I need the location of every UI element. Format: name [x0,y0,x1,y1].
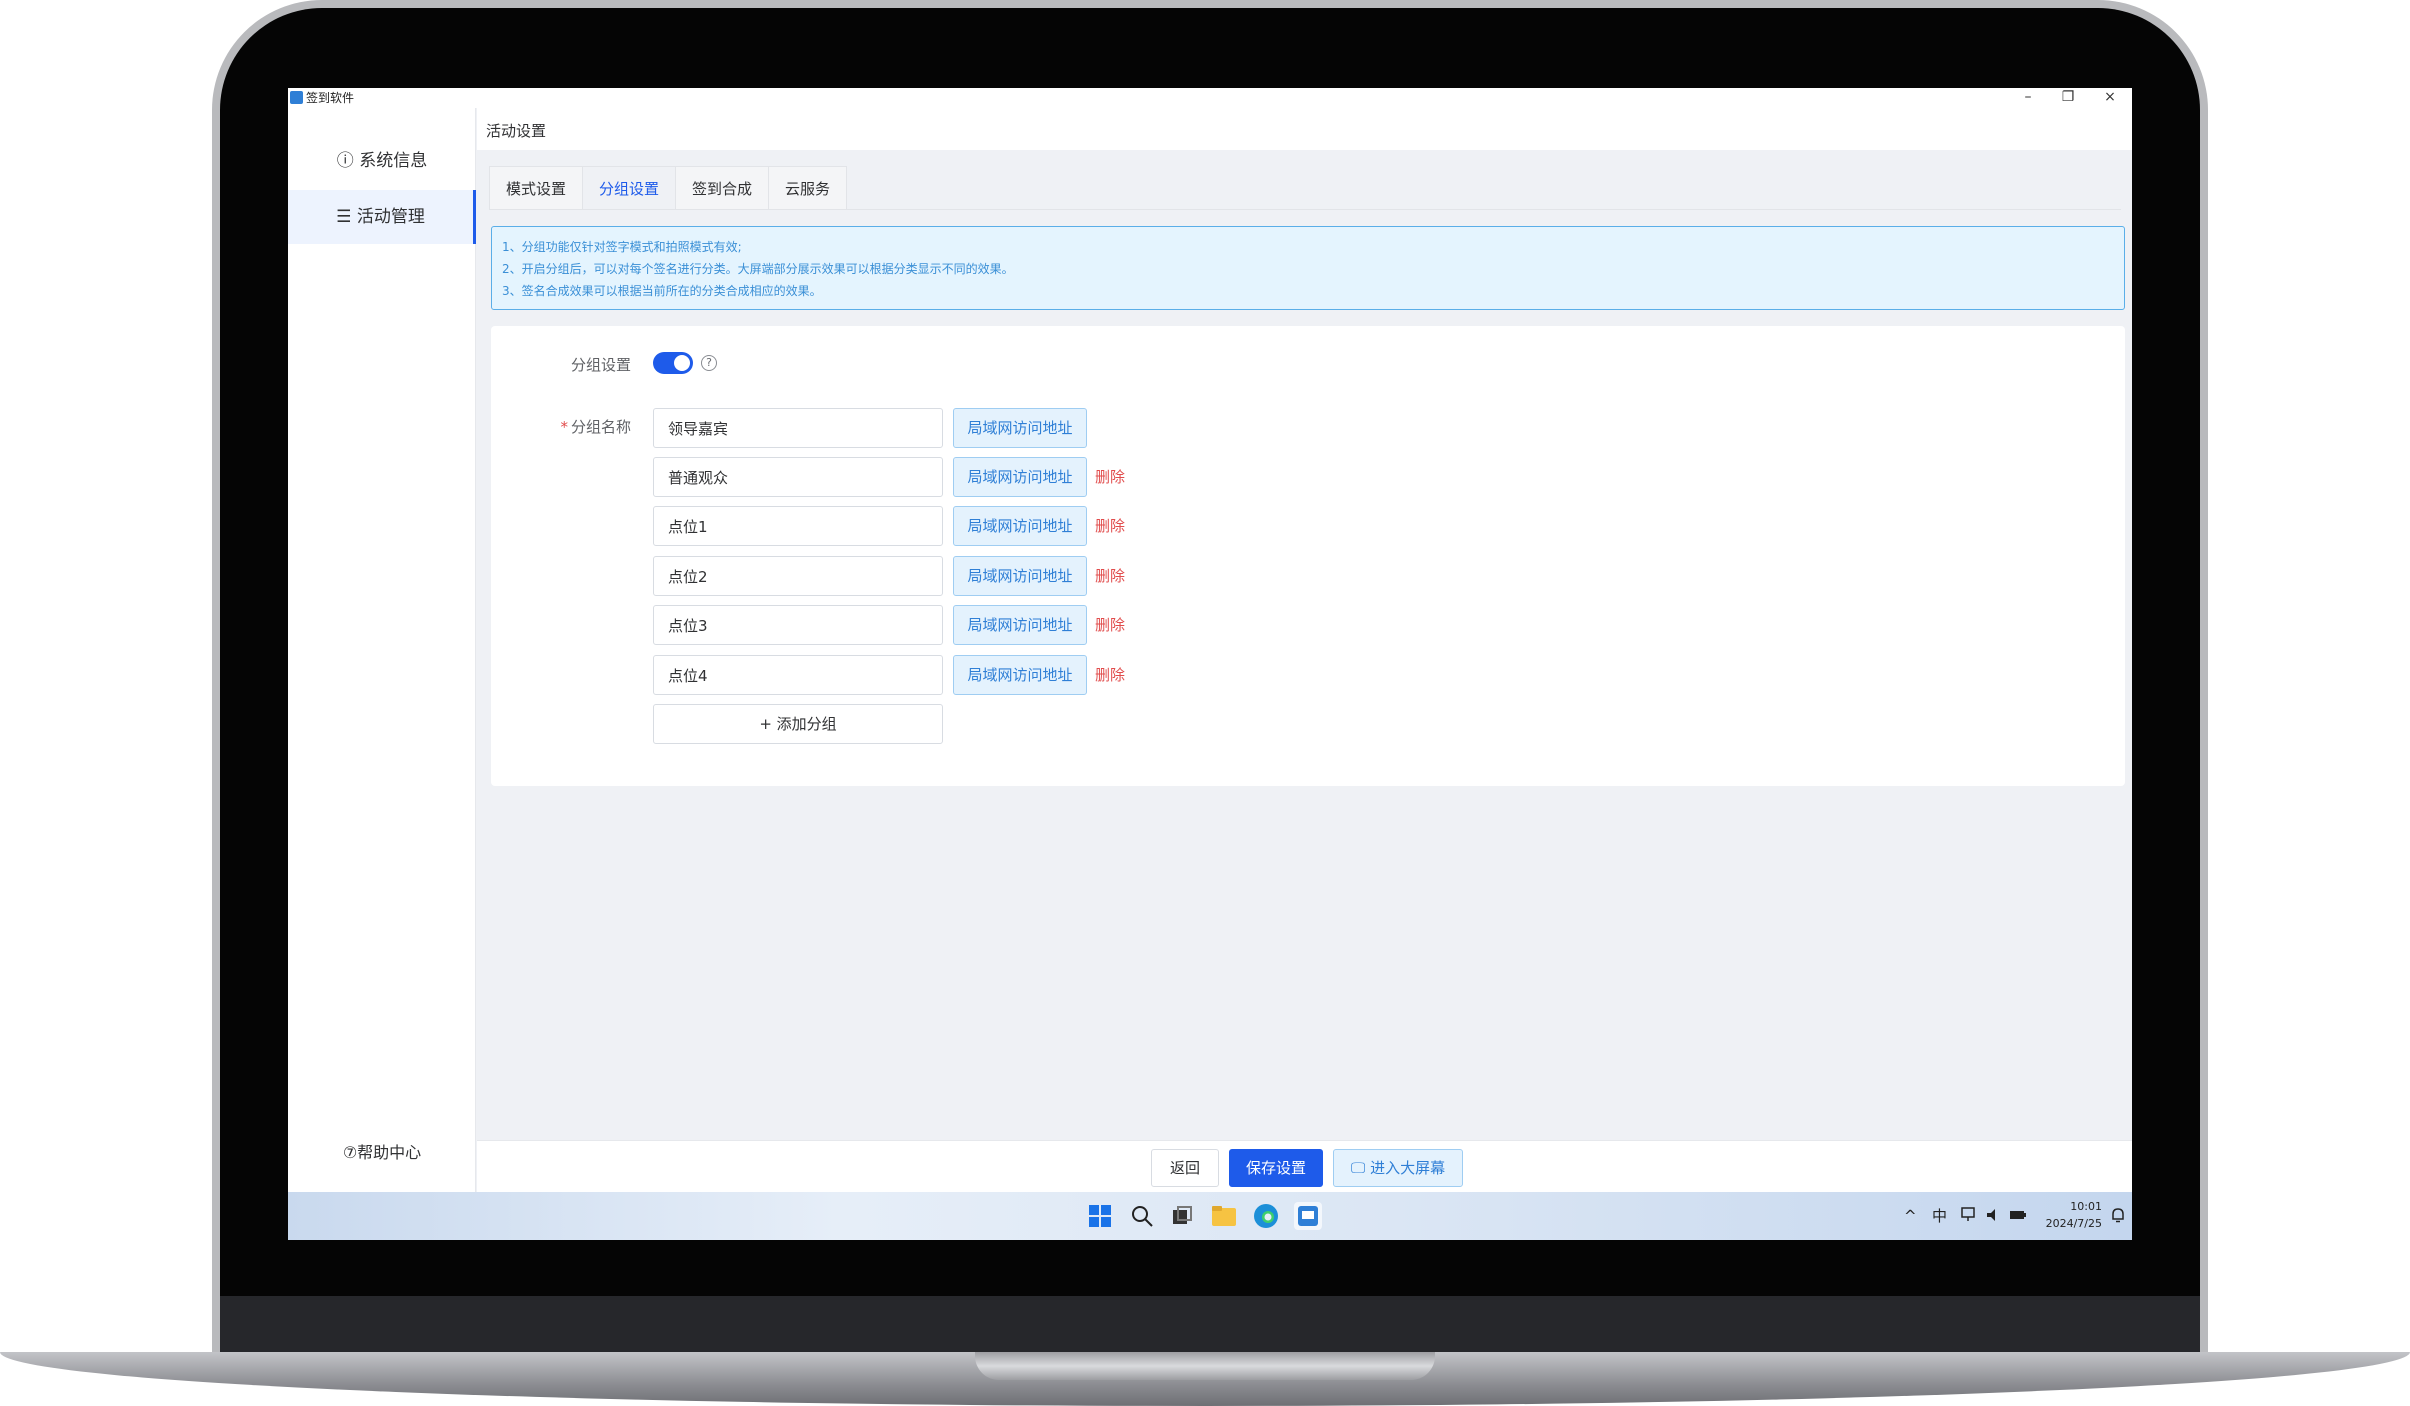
help-center-link[interactable]: ⑦帮助中心 [288,1138,476,1168]
delete-group-link[interactable]: 删除 [1095,457,1125,497]
clock-time: 10:01 [2070,1200,2102,1213]
back-button[interactable]: 返回 [1151,1149,1219,1187]
menu-icon: ☰ [336,207,352,227]
sidebar-item-label: 活动管理 [356,207,425,227]
settings-tabs: 模式设置 分组设置 签到合成 云服务 [489,166,848,210]
save-settings-button[interactable]: 保存设置 [1229,1149,1323,1187]
group-row: 局域网访问地址 删除 [653,655,1173,695]
breadcrumb: 活动设置 [486,122,547,140]
delete-group-link[interactable]: 删除 [1095,506,1125,546]
group-row: 局域网访问地址 删除 [653,556,1173,596]
sidebar-item-activity-management[interactable]: ☰ 活动管理 [288,190,476,244]
tab-group-settings[interactable]: 分组设置 [582,166,676,210]
laptop-mockup: 签到软件 – ❐ × ⓘ 系统信息 ☰ 活动管理 ⑦帮助中心 活动设置 模式设置 [0,0,2410,1406]
lan-address-button[interactable]: 局域网访问地址 [953,605,1087,645]
minimize-button[interactable]: – [2006,88,2050,108]
network-icon[interactable] [1960,1206,1978,1229]
help-center-label: 帮助中心 [357,1143,422,1162]
ime-indicator[interactable]: 中 [1932,1206,1947,1226]
tab-sign-compose[interactable]: 签到合成 [675,166,769,210]
tray-chevron-up-icon[interactable]: ^ [1904,1206,1917,1226]
app-icon [290,91,303,104]
taskbar-clock[interactable]: 10:01 2024/7/25 [2040,1198,2102,1232]
group-name-label: * 分组名称 [521,416,631,437]
notice-alert: 1、分组功能仅针对签字模式和拍照模式有效; 2、开启分组后，可以对每个签名进行分… [491,226,2125,310]
main-content: 活动设置 模式设置 分组设置 签到合成 云服务 1、分组功能仅针对签字模式和拍照… [477,108,2132,1192]
sidebar-item-system-info[interactable]: ⓘ 系统信息 [288,134,476,188]
group-row: 局域网访问地址 [653,408,1173,448]
group-row: 局域网访问地址 删除 [653,457,1173,497]
laptop-chin [220,1296,2200,1360]
group-settings-card: 分组设置 ? *分组名称 局域网访问地址 局域网访问地址 删除 局域网 [491,326,2125,786]
enter-big-screen-button[interactable]: 🖵 进入大屏幕 [1333,1149,1463,1187]
edge-browser-icon[interactable] [1252,1202,1280,1230]
task-view-icon[interactable] [1168,1202,1196,1230]
monitor-icon: 🖵 [1350,1159,1366,1177]
search-icon[interactable] [1128,1202,1156,1230]
lan-address-button[interactable]: 局域网访问地址 [953,655,1087,695]
switch-knob [674,355,690,371]
info-icon: ⓘ [336,151,354,171]
group-name-input[interactable] [653,605,943,645]
help-circle-icon: ⑦ [342,1143,358,1162]
notice-line: 2、开启分组后，可以对每个签名进行分类。大屏端部分展示效果可以根据分类显示不同的… [502,262,1014,276]
signin-app-taskbar-icon[interactable] [1294,1202,1322,1230]
lan-address-button[interactable]: 局域网访问地址 [953,457,1087,497]
start-icon[interactable] [1086,1202,1114,1230]
lan-address-button[interactable]: 局域网访问地址 [953,408,1087,448]
sidebar: ⓘ 系统信息 ☰ 活动管理 ⑦帮助中心 [288,108,476,1192]
notification-bell-icon[interactable] [2110,1206,2126,1229]
notice-line: 1、分组功能仅针对签字模式和拍照模式有效; [502,240,742,254]
volume-icon[interactable] [1984,1206,2002,1229]
enter-big-screen-label: 进入大屏幕 [1370,1159,1446,1177]
sidebar-item-label: 系统信息 [359,151,428,171]
tabs-divider [489,209,2121,210]
group-setting-label: 分组设置 [570,356,631,374]
restore-button[interactable]: ❐ [2046,88,2090,108]
file-explorer-icon[interactable] [1210,1202,1238,1230]
group-name-input[interactable] [653,556,943,596]
add-group-button[interactable]: + 添加分组 [653,704,943,744]
clock-date: 2024/7/25 [2045,1217,2102,1230]
group-name-input[interactable] [653,457,943,497]
title-bar: 签到软件 – ❐ × [288,88,2132,108]
battery-icon[interactable] [2008,1206,2028,1229]
group-setting-switch[interactable] [653,352,693,374]
window-title: 签到软件 [306,91,355,105]
group-name-input[interactable] [653,506,943,546]
tab-mode-settings[interactable]: 模式设置 [489,166,583,210]
screen: 签到软件 – ❐ × ⓘ 系统信息 ☰ 活动管理 ⑦帮助中心 活动设置 模式设置 [288,88,2132,1240]
close-button[interactable]: × [2088,88,2132,108]
lan-address-button[interactable]: 局域网访问地址 [953,556,1087,596]
delete-group-link[interactable]: 删除 [1095,556,1125,596]
group-row: 局域网访问地址 删除 [653,605,1173,645]
tab-cloud-service[interactable]: 云服务 [768,166,848,210]
question-icon[interactable]: ? [701,355,717,371]
required-mark: * [560,418,568,436]
group-name-input[interactable] [653,408,943,448]
delete-group-link[interactable]: 删除 [1095,605,1125,645]
lan-address-button[interactable]: 局域网访问地址 [953,506,1087,546]
group-name-label-text: 分组名称 [570,418,631,436]
group-name-input[interactable] [653,655,943,695]
laptop-notch [975,1352,1435,1380]
breadcrumb-bar: 活动设置 [477,108,2132,150]
windows-taskbar: ^ 中 10:01 2024/7/25 [288,1192,2132,1240]
footer-bar: 返回 保存设置 🖵 进入大屏幕 [477,1140,2132,1192]
group-row: 局域网访问地址 删除 [653,506,1173,546]
delete-group-link[interactable]: 删除 [1095,655,1125,695]
notice-line: 3、签名合成效果可以根据当前所在的分类合成相应的效果。 [502,284,822,298]
